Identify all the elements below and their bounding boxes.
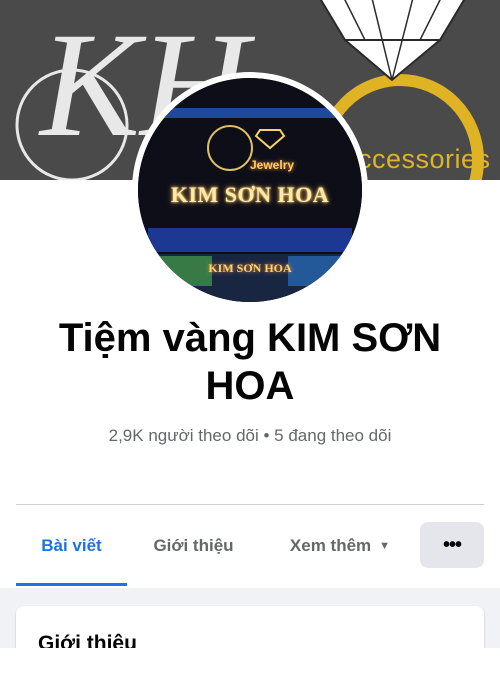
tab-about[interactable]: Giới thiệu	[136, 506, 251, 586]
more-options-button[interactable]: •••	[420, 522, 484, 568]
profile-tabs: Bài viết Giới thiệu Xem thêm ▼ •••	[16, 506, 484, 586]
tab-more-label: Xem thêm	[289, 536, 372, 555]
tab-about-label: Giới thiệu	[153, 536, 234, 555]
more-icon: •••	[442, 534, 462, 556]
active-tab-indicator	[16, 583, 127, 586]
avatar-image: Jewelry KIM SƠN HOA KIM SƠN HOA	[138, 78, 362, 302]
chevron-down-icon: ▼	[379, 540, 391, 552]
divider	[16, 504, 484, 505]
tab-more[interactable]: Xem thêm ▼	[270, 506, 410, 586]
page-title: Tiệm vàng KIM SƠN HOA	[58, 316, 442, 408]
tab-posts-label: Bài viết	[41, 536, 102, 555]
cover-tagline: ccessories	[358, 144, 491, 174]
profile-avatar[interactable]: Jewelry KIM SƠN HOA KIM SƠN HOA	[132, 72, 368, 308]
avatar-store-sign: KIM SƠN HOA	[170, 182, 330, 207]
avatar-jewelry-label: Jewelry	[250, 158, 295, 172]
tab-posts[interactable]: Bài viết	[16, 506, 127, 586]
bottom-fade	[0, 648, 500, 700]
follower-stats[interactable]: 2,9K người theo dõi • 5 đang theo dõi	[0, 426, 500, 446]
avatar-store-sign-small: KIM SƠN HOA	[208, 261, 292, 275]
